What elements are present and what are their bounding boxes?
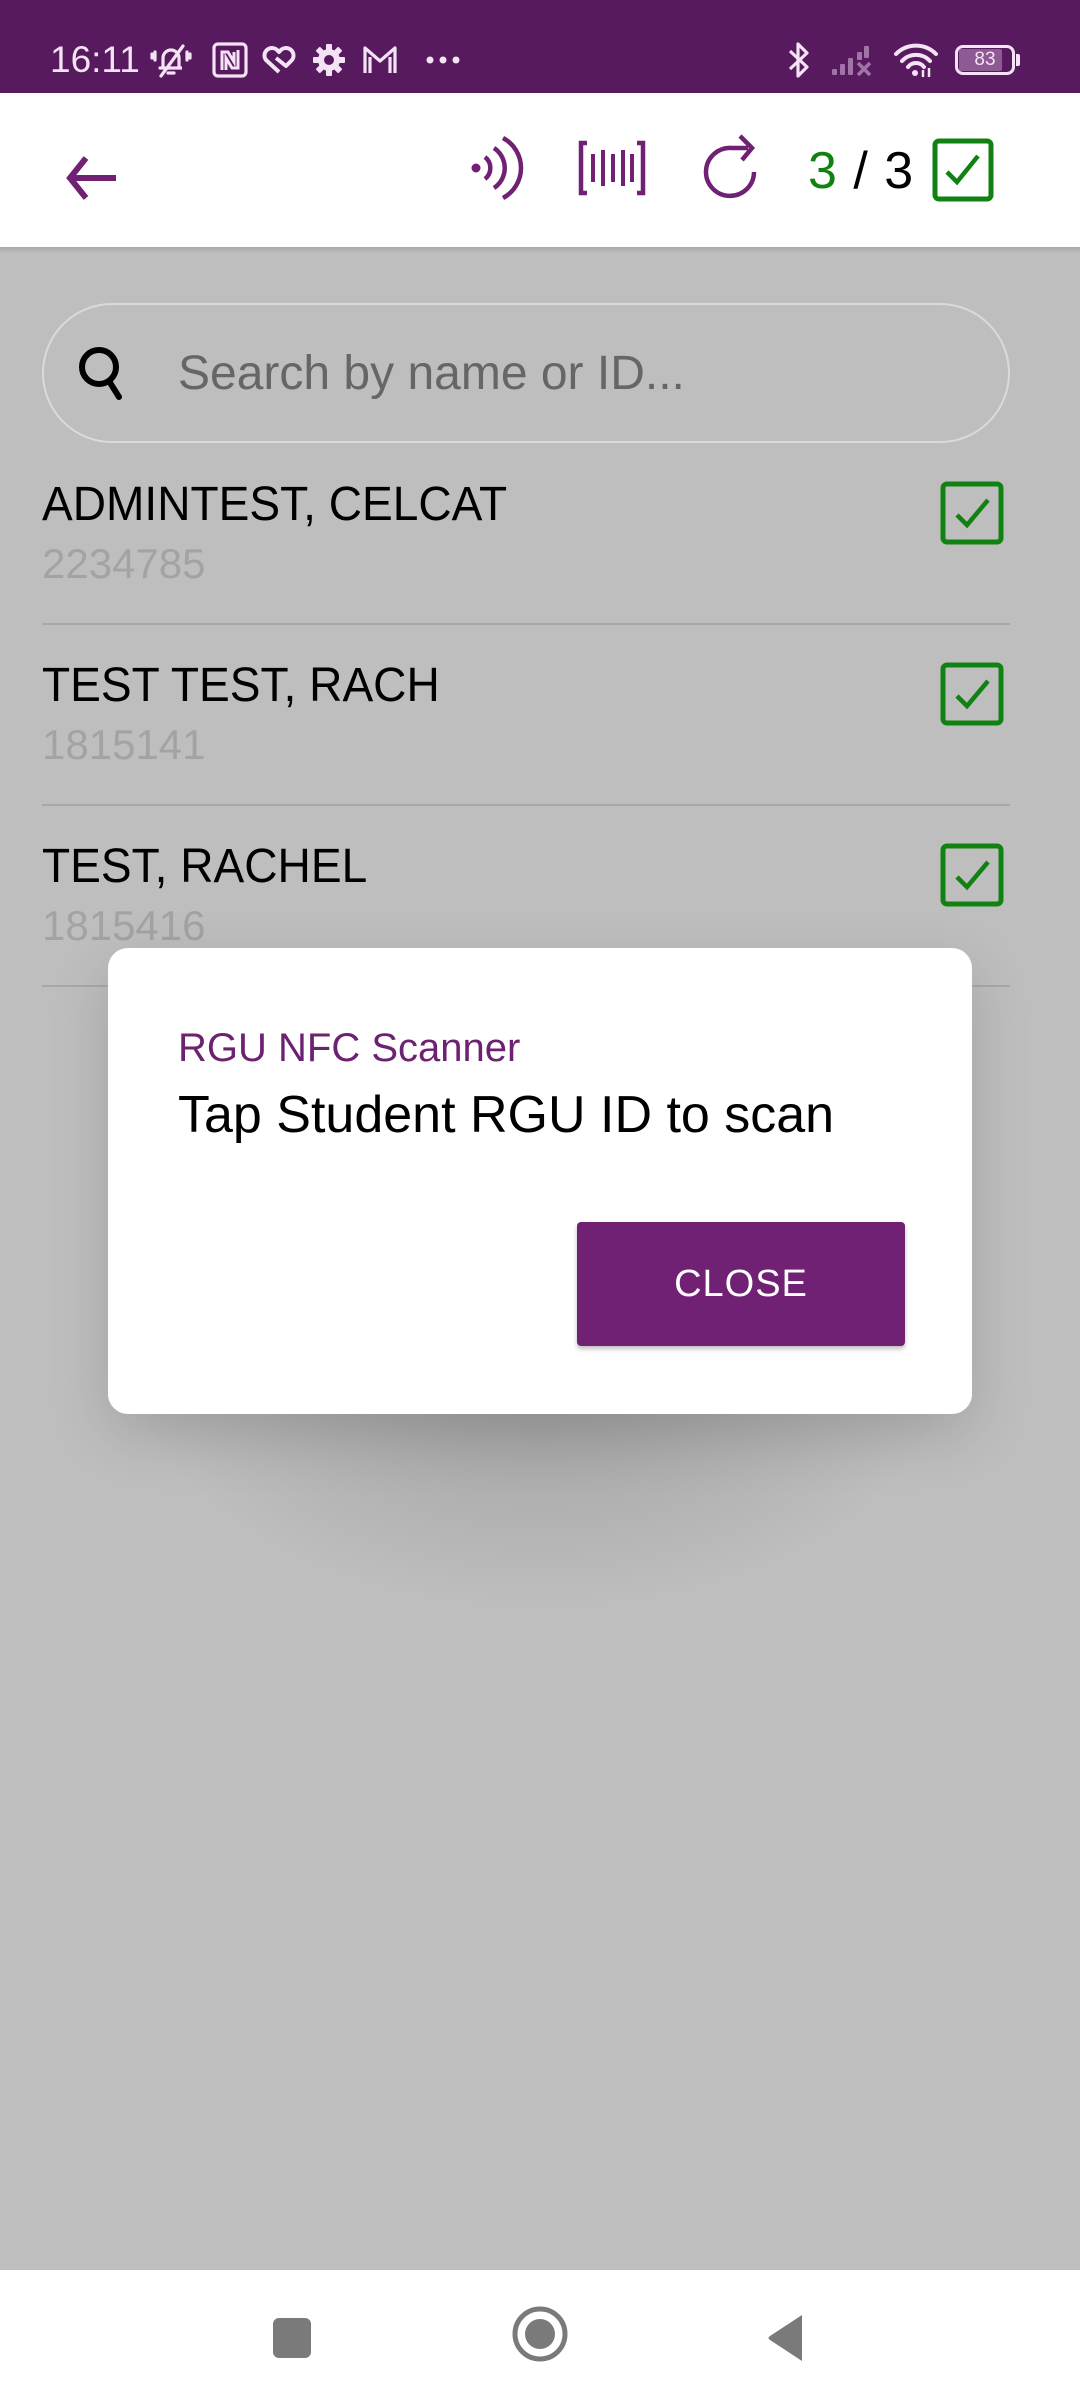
student-id: 1815416: [42, 902, 206, 949]
recent-apps-icon: [272, 2317, 312, 2364]
nfc-scan-dialog: RGU NFC Scanner Tap Student RGU ID to sc…: [108, 948, 972, 1414]
status-time: 16:11: [50, 39, 140, 80]
dialog-title: RGU NFC Scanner: [178, 1026, 521, 1070]
barcode-scan-icon: [577, 140, 647, 201]
dialog-message: Tap Student RGU ID to scan: [178, 1086, 835, 1144]
search-icon: [72, 337, 132, 407]
close-button[interactable]: CLOSE: [577, 1222, 905, 1346]
system-navigation-bar: [0, 2270, 1080, 2400]
list-divider: [42, 623, 1010, 625]
recent-apps-button[interactable]: [252, 2300, 332, 2380]
student-id: 2234785: [42, 540, 206, 587]
battery-icon: 83: [955, 45, 1021, 75]
battery-level-text: 83: [974, 49, 996, 70]
student-name: TEST TEST, RACH: [42, 659, 440, 712]
gmail-icon: [362, 40, 398, 80]
refresh-icon: [700, 132, 764, 209]
student-name: ADMINTEST, CELCAT: [42, 478, 508, 531]
back-nav-button[interactable]: [746, 2300, 826, 2380]
app-bar: [0, 93, 1080, 247]
counter-separator: /: [853, 142, 869, 200]
nfc-scan-button[interactable]: [462, 130, 532, 210]
select-all-checkbox[interactable]: [932, 138, 994, 202]
home-icon: [512, 2306, 568, 2367]
student-list-item[interactable]: ADMINTEST, CELCAT 2234785: [42, 475, 1010, 655]
nfc-scan-icon: [467, 133, 527, 208]
student-name: TEST, RACHEL: [42, 840, 368, 893]
wifi-icon: [893, 40, 939, 80]
settings-icon: [312, 40, 346, 80]
list-divider: [42, 804, 1010, 806]
student-id: 1815141: [42, 721, 206, 768]
student-attendance-checkbox[interactable]: [940, 843, 1004, 907]
cellular-no-signal-icon: [830, 40, 878, 80]
student-list-item[interactable]: TEST TEST, RACH 1815141: [42, 656, 1010, 836]
silent-mode-icon: [150, 40, 192, 80]
bluetooth-icon: [786, 40, 812, 80]
search-input[interactable]: [178, 337, 978, 409]
home-button[interactable]: [500, 2296, 580, 2376]
student-attendance-checkbox[interactable]: [940, 481, 1004, 545]
nfc-icon: [212, 40, 248, 80]
health-app-icon: [262, 40, 296, 80]
barcode-scan-button[interactable]: [572, 134, 652, 206]
back-button[interactable]: [52, 140, 132, 220]
student-attendance-checkbox[interactable]: [940, 662, 1004, 726]
arrow-back-icon: [62, 150, 122, 211]
attendance-counter: 3 / 3: [808, 138, 914, 204]
status-bar: 16:11 83: [0, 0, 1080, 93]
scanned-count: 3: [808, 142, 838, 200]
refresh-button[interactable]: [692, 128, 772, 212]
back-icon: [766, 2313, 806, 2368]
more-notifications-icon: [425, 40, 461, 80]
total-count: 3: [884, 142, 915, 200]
app-bar-shadow: [0, 247, 1080, 253]
